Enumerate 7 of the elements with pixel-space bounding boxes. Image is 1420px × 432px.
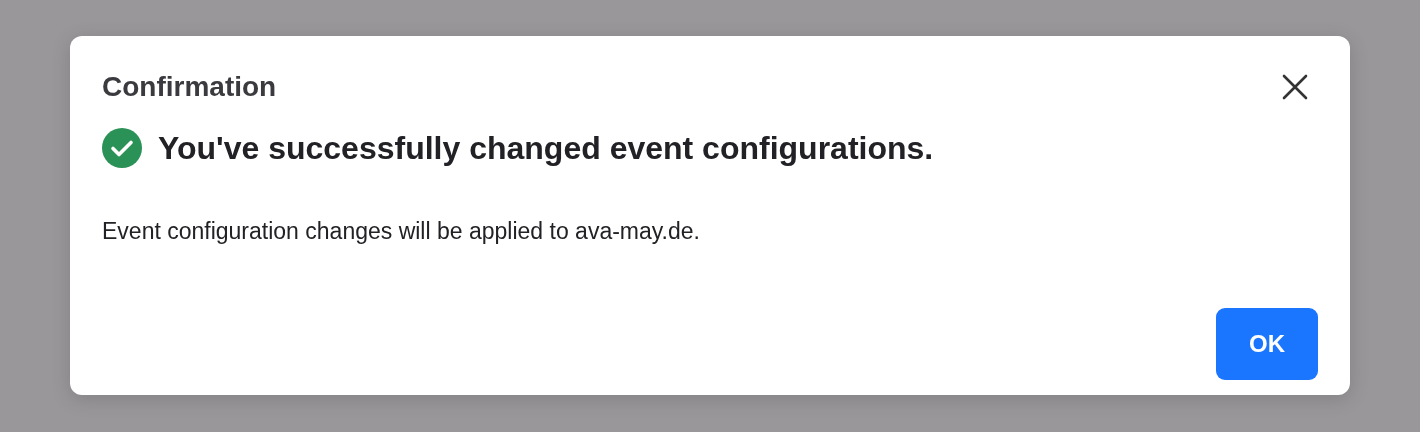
ok-button[interactable]: OK bbox=[1216, 308, 1318, 380]
check-circle-icon bbox=[102, 128, 142, 168]
close-button[interactable] bbox=[1282, 74, 1308, 100]
success-message: You've successfully changed event configurations. bbox=[158, 129, 934, 167]
dialog-title: Confirmation bbox=[102, 71, 277, 103]
close-icon bbox=[1282, 74, 1308, 100]
dialog-message: Event configuration changes will be applied to ava-may.de. bbox=[102, 218, 701, 245]
